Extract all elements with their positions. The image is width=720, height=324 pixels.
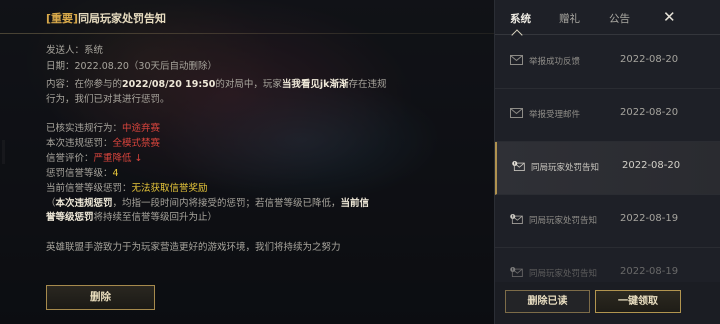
mail-list[interactable]: 举报成功反馈 2022-08-20 举报受理邮件 2022-08-20 同局玩家… bbox=[495, 36, 720, 282]
mail-subject: 举报受理邮件 bbox=[529, 110, 581, 120]
date-label: 日期： bbox=[46, 61, 75, 72]
mail-date: 2022-08-19 bbox=[620, 213, 679, 224]
note-text: ，均指一段时间内将接受的惩罚；若信誉等级已降低， bbox=[112, 198, 341, 209]
sender-row: 发送人：系统 bbox=[46, 44, 103, 58]
date-value: 2022.08.20（30天后自动删除） bbox=[74, 61, 217, 72]
current-level-label: 当前信誉等级惩罚： bbox=[46, 183, 132, 194]
current-level-value: 无法获取信誉奖励 bbox=[131, 183, 208, 194]
note-emphasis: 本次违规惩罚 bbox=[55, 198, 113, 209]
note-line-2: 誉等级惩罚将持续至信誉等级回升为止） bbox=[46, 211, 217, 225]
date-row: 日期：2022.08.20（30天后自动删除） bbox=[46, 60, 217, 74]
title-divider bbox=[0, 33, 494, 34]
match-time: 2022/08/20 19:50 bbox=[122, 79, 216, 90]
important-envelope-icon bbox=[510, 214, 523, 224]
mail-detail-pane: [重要]同局玩家处罚告知 发送人：系统 日期：2022.08.20（30天后自动… bbox=[0, 0, 494, 324]
verified-value: 中途弃赛 bbox=[122, 123, 161, 134]
mail-list-item[interactable]: 同局玩家处罚告知 2022-08-19 bbox=[495, 195, 720, 248]
mail-date: 2022-08-19 bbox=[620, 266, 679, 277]
mail-title-text: 同局玩家处罚告知 bbox=[78, 12, 167, 25]
delete-read-button[interactable]: 删除已读 bbox=[505, 290, 590, 313]
content-line-1: 内容：在你参与的2022/08/20 19:50的对局中，玩家当我看见jk渐渐存… bbox=[46, 78, 387, 92]
mail-date: 2022-08-20 bbox=[620, 54, 679, 65]
claim-all-button[interactable]: 一键领取 bbox=[595, 290, 681, 313]
content-line-2: 行为，我们已对其进行惩罚。 bbox=[46, 94, 170, 105]
mail-title-tag: [重要] bbox=[46, 12, 79, 25]
mail-list-item[interactable]: 举报受理邮件 2022-08-20 bbox=[495, 89, 720, 142]
tab-announcements[interactable]: 公告 bbox=[609, 11, 630, 26]
note-text: 将持续至信誉等级回升为止） bbox=[93, 212, 218, 223]
mail-list-item[interactable]: 举报成功反馈 2022-08-20 bbox=[495, 36, 720, 89]
mail-footer-text: 英雄联盟手游致力于为玩家营造更好的游戏环境，我们将持续为之努力 bbox=[46, 242, 341, 253]
tab-system[interactable]: 系统 bbox=[510, 11, 531, 26]
credit-value: 严重降低 ↓ bbox=[93, 153, 143, 164]
note-text: （ bbox=[46, 198, 56, 209]
penalty-value: 全模式禁赛 bbox=[112, 138, 161, 149]
credit-row: 信誉评价：严重降低 ↓ bbox=[46, 152, 143, 166]
important-envelope-icon bbox=[512, 161, 525, 171]
side-handle bbox=[2, 140, 5, 164]
mail-subject: 同局玩家处罚告知 bbox=[529, 216, 598, 226]
penalty-label: 本次违规惩罚： bbox=[46, 138, 113, 149]
mail-list-item[interactable]: 同局玩家处罚告知 2022-08-19 bbox=[495, 248, 720, 282]
penalty-level-label: 惩罚信誉等级： bbox=[46, 168, 113, 179]
penalty-level-value: 4 bbox=[112, 168, 119, 179]
content-text: 内容：在你参与的 bbox=[46, 79, 123, 90]
penalty-level-row: 惩罚信誉等级：4 bbox=[46, 167, 119, 181]
mail-subject: 举报成功反馈 bbox=[529, 57, 581, 67]
note-emphasis: 当前信 bbox=[340, 198, 370, 209]
sender-value: 系统 bbox=[84, 45, 104, 56]
credit-label: 信誉评价： bbox=[46, 153, 94, 164]
mail-list-item-selected[interactable]: 同局玩家处罚告知 2022-08-20 bbox=[495, 142, 720, 195]
delete-button[interactable]: 删除 bbox=[46, 285, 155, 310]
mailbox-panel: 系统 赠礼 公告 ✕ 举报成功反馈 2022-08-20 举报受理邮件 2022… bbox=[494, 0, 720, 324]
envelope-icon bbox=[510, 108, 523, 118]
important-envelope-icon bbox=[510, 267, 523, 277]
tab-gifts[interactable]: 赠礼 bbox=[559, 11, 580, 26]
note-emphasis: 誉等级惩罚 bbox=[46, 212, 94, 223]
content-text: 存在违规 bbox=[348, 79, 387, 90]
verified-row: 已核实违规行为：中途弃赛 bbox=[46, 122, 160, 136]
verified-label: 已核实违规行为： bbox=[46, 123, 123, 134]
mail-title: [重要]同局玩家处罚告知 bbox=[46, 10, 166, 26]
content-text: 的对局中，玩家 bbox=[215, 79, 282, 90]
current-level-row: 当前信誉等级惩罚：无法获取信誉奖励 bbox=[46, 182, 208, 196]
sender-label: 发送人： bbox=[46, 45, 85, 56]
mailbox-tabs: 系统 赠礼 公告 ✕ bbox=[495, 0, 720, 41]
penalty-row: 本次违规惩罚：全模式禁赛 bbox=[46, 137, 160, 151]
mailbox-actions: 删除已读 一键领取 bbox=[495, 282, 720, 324]
close-icon[interactable]: ✕ bbox=[663, 8, 676, 26]
envelope-icon bbox=[510, 55, 523, 65]
mail-date: 2022-08-20 bbox=[622, 160, 681, 171]
player-name: 当我看见jk渐渐 bbox=[281, 79, 349, 90]
mail-subject: 同局玩家处罚告知 bbox=[531, 163, 600, 173]
mail-date: 2022-08-20 bbox=[620, 107, 679, 118]
note-line-1: （本次违规惩罚，均指一段时间内将接受的惩罚；若信誉等级已降低，当前信 bbox=[46, 197, 369, 211]
mail-subject: 同局玩家处罚告知 bbox=[529, 269, 598, 279]
